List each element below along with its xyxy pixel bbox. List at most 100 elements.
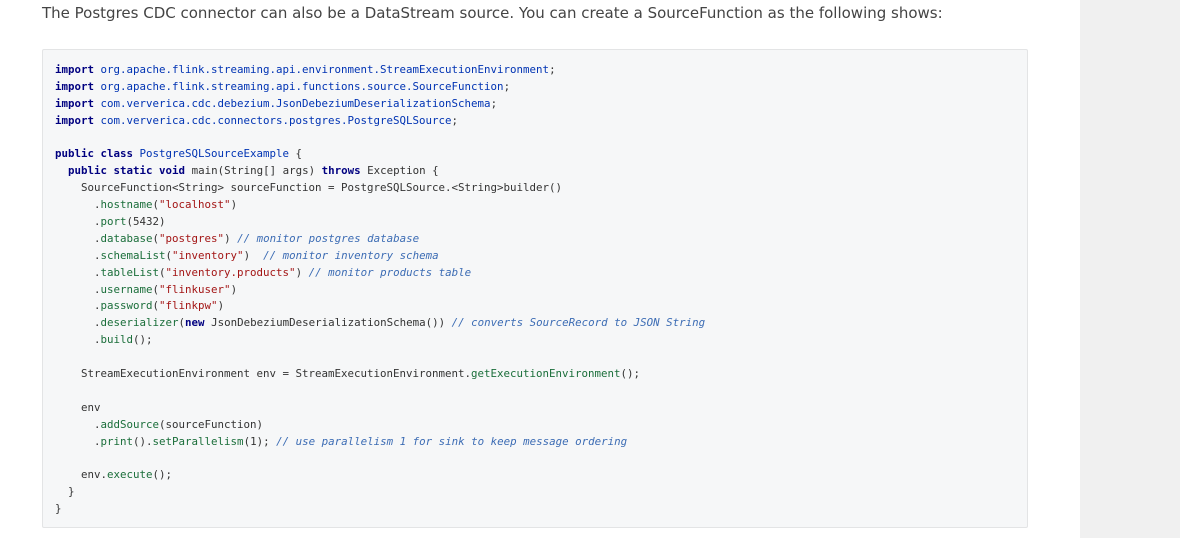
code-token: ): [224, 231, 238, 245]
code-token: org.apache.flink.streaming.api.functions…: [100, 79, 504, 93]
code-token: ();: [133, 333, 153, 347]
code-token: .: [55, 248, 101, 262]
code-token: (5432): [126, 215, 166, 229]
code-token: .: [55, 434, 101, 448]
intro-paragraph: The Postgres CDC connector can also be a…: [42, 4, 943, 22]
code-token: ();: [620, 367, 641, 381]
code-token: "localhost": [159, 198, 231, 212]
code-token: .: [55, 215, 101, 229]
code-token: ;: [451, 113, 459, 127]
code-token: import: [55, 96, 95, 110]
code-token: .: [55, 316, 101, 330]
code-line: ​: [55, 383, 705, 400]
code-token: import: [55, 63, 95, 76]
code-token: build: [100, 333, 134, 347]
code-line: ​: [55, 450, 705, 467]
code-token: org.apache.flink.streaming.api.environme…: [100, 63, 550, 76]
code-line: public static void main(String[] args) t…: [55, 163, 705, 180]
code-line: ​: [55, 130, 705, 147]
code-token: deserializer: [100, 316, 179, 330]
code-block[interactable]: import org.apache.flink.streaming.api.en…: [42, 49, 1028, 528]
code-token: Exception {: [360, 164, 439, 178]
code-token: env.: [55, 468, 108, 482]
code-line: import com.ververica.cdc.debezium.JsonDe…: [55, 96, 705, 113]
code-token: ();: [152, 468, 173, 482]
code-token: ): [230, 282, 238, 296]
code-token: .: [55, 333, 101, 347]
code-token: main(String[] args): [185, 164, 322, 178]
code-token: StreamExecutionEnvironment env = StreamE…: [55, 367, 472, 381]
code-line: env.execute();: [55, 467, 705, 484]
code-token: "flinkpw": [159, 299, 218, 313]
code-token: // use parallelism 1 for sink to keep me…: [276, 434, 628, 448]
code-line: import com.ververica.cdc.connectors.post…: [55, 113, 705, 130]
code-token: print: [100, 434, 134, 448]
code-line: .print().setParallelism(1); // use paral…: [55, 434, 705, 451]
code-line: SourceFunction<String> sourceFunction = …: [55, 180, 705, 197]
code-token: new: [185, 316, 205, 330]
code-token: {: [289, 147, 303, 161]
code-line: import org.apache.flink.streaming.api.en…: [55, 62, 705, 79]
code-line: .tableList("inventory.products") // moni…: [55, 265, 705, 282]
code-line: .database("postgres") // monitor postgre…: [55, 231, 705, 248]
code-token: password: [100, 299, 153, 313]
right-sidebar: [1080, 0, 1180, 538]
code-token: .: [55, 299, 101, 313]
code-token: com.ververica.cdc.debezium.JsonDebeziumD…: [100, 96, 491, 110]
code-token: .: [55, 282, 101, 296]
code-token: throws: [321, 164, 361, 178]
code-token: }: [55, 502, 62, 516]
code-token: database: [100, 231, 153, 245]
java-code-listing[interactable]: import org.apache.flink.streaming.api.en…: [55, 62, 705, 518]
code-line: .port(5432): [55, 214, 705, 231]
code-line: .build();: [55, 332, 705, 349]
code-line: .addSource(sourceFunction): [55, 417, 705, 434]
code-token: username: [100, 282, 153, 296]
code-token: JsonDebeziumDeserializationSchema()): [204, 316, 452, 330]
code-token: ;: [490, 96, 498, 110]
code-token: ;: [503, 79, 511, 93]
code-line: .deserializer(new JsonDebeziumDeserializ…: [55, 315, 705, 332]
code-token: ): [243, 248, 264, 262]
documentation-content: The Postgres CDC connector can also be a…: [0, 0, 1080, 538]
code-token: ;: [549, 63, 556, 76]
code-token: PostgreSQLSourceExample: [139, 147, 290, 161]
code-line: env: [55, 400, 705, 417]
code-token: "flinkuser": [159, 282, 231, 296]
code-token: .: [55, 265, 101, 279]
code-token: "inventory": [172, 248, 244, 262]
code-token: setParallelism: [152, 434, 244, 448]
code-token: import: [55, 79, 95, 93]
code-token: (1);: [243, 434, 277, 448]
code-token: "postgres": [159, 231, 225, 245]
code-token: env: [55, 400, 101, 414]
code-token: port: [100, 215, 127, 229]
code-token: ): [230, 198, 238, 212]
code-token: void: [159, 164, 186, 178]
code-token: (sourceFunction): [159, 417, 264, 431]
code-line: import org.apache.flink.streaming.api.fu…: [55, 79, 705, 96]
code-token: // monitor inventory schema: [263, 248, 439, 262]
code-token: com.ververica.cdc.connectors.postgres.Po…: [100, 113, 452, 127]
code-token: .: [55, 198, 101, 212]
code-token: // converts SourceRecord to JSON String: [451, 316, 706, 330]
code-token: // monitor products table: [308, 265, 472, 279]
code-token: ): [217, 299, 225, 313]
code-token: hostname: [100, 198, 153, 212]
code-token: getExecutionEnvironment: [471, 367, 621, 381]
code-line: .username("flinkuser"): [55, 282, 705, 299]
code-token: public static: [68, 164, 153, 178]
code-token: // monitor postgres database: [237, 231, 420, 245]
code-line: }: [55, 484, 705, 501]
code-token: .: [55, 231, 101, 245]
code-token: ().: [133, 434, 153, 448]
code-line: .schemaList("inventory") // monitor inve…: [55, 248, 705, 265]
code-token: import: [55, 113, 95, 127]
code-token: SourceFunction<String> sourceFunction = …: [55, 181, 563, 195]
code-line: .password("flinkpw"): [55, 298, 705, 315]
code-token: addSource: [100, 417, 160, 431]
code-line: public class PostgreSQLSourceExample {: [55, 146, 705, 163]
code-line: StreamExecutionEnvironment env = StreamE…: [55, 366, 705, 383]
code-token: .: [55, 417, 101, 431]
